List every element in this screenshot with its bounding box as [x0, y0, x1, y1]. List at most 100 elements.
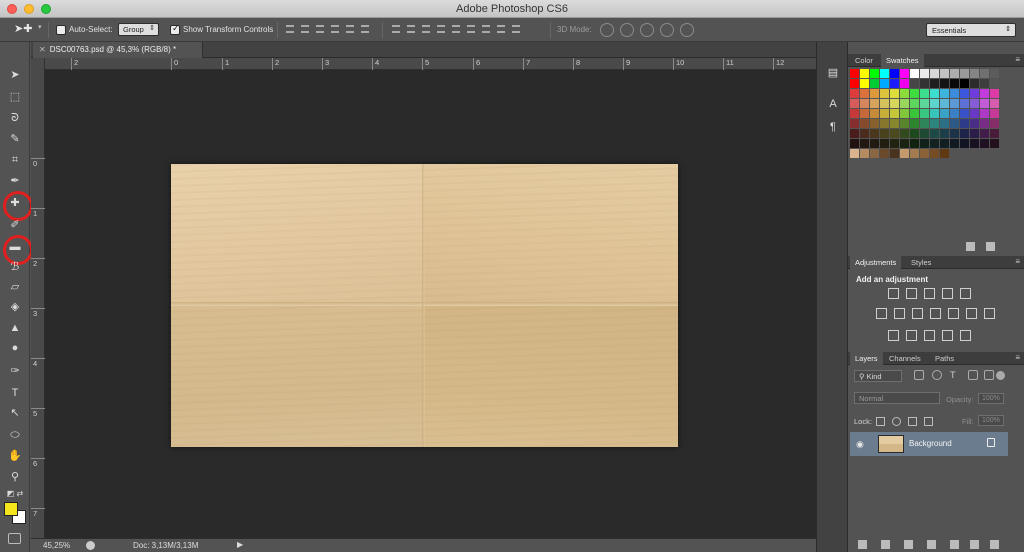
foreground-color-swatch[interactable]	[4, 502, 18, 516]
color-swatch[interactable]	[890, 69, 899, 78]
color-swatch[interactable]	[920, 109, 929, 118]
color-swatch[interactable]	[970, 129, 979, 138]
color-swatch[interactable]	[940, 69, 949, 78]
eye-icon[interactable]: ◉	[856, 439, 864, 450]
color-swatch[interactable]	[990, 129, 999, 138]
color-swatch[interactable]	[860, 89, 869, 98]
filter-smart-object-icon[interactable]	[984, 370, 994, 380]
color-swatch[interactable]	[940, 149, 949, 158]
color-swatch[interactable]	[950, 69, 959, 78]
delete-layer-icon[interactable]	[990, 540, 999, 549]
lasso-tool-icon[interactable]: ᘐ	[5, 109, 25, 127]
color-swatch[interactable]	[860, 109, 869, 118]
color-swatch[interactable]	[900, 119, 909, 128]
new-group-icon[interactable]	[950, 540, 959, 549]
show-transform-checkbox[interactable]	[170, 23, 180, 35]
color-swatch[interactable]	[970, 79, 979, 88]
3d-rotate-icon[interactable]	[600, 23, 614, 37]
tab-adjustments[interactable]: Adjustments	[850, 256, 902, 269]
color-swatch[interactable]	[870, 79, 879, 88]
color-swatch[interactable]	[960, 129, 969, 138]
brush-tool-icon[interactable]: ✐	[5, 216, 25, 234]
tab-styles[interactable]: Styles	[906, 256, 936, 269]
color-swatch[interactable]	[880, 119, 889, 128]
color-swatch[interactable]	[860, 69, 869, 78]
color-swatch[interactable]	[930, 69, 939, 78]
color-swatch[interactable]	[850, 149, 859, 158]
color-swatch[interactable]	[870, 89, 879, 98]
auto-select-checkbox[interactable]	[56, 25, 66, 35]
color-swatch[interactable]	[900, 139, 909, 148]
auto-select-dropdown[interactable]: Group ⇕	[118, 23, 159, 36]
posterize-icon[interactable]	[906, 330, 917, 341]
eyedropper-tool-icon[interactable]: ✒	[5, 172, 25, 190]
new-layer-icon[interactable]	[970, 540, 979, 549]
color-swatch[interactable]	[870, 69, 879, 78]
3d-roll-icon[interactable]	[620, 23, 634, 37]
brightness-contrast-icon[interactable]	[888, 288, 899, 299]
filter-shape-icon[interactable]	[968, 370, 978, 380]
new-swatch-icon[interactable]	[966, 242, 975, 251]
pen-tool-icon[interactable]: ✑	[5, 362, 25, 380]
canvas-area[interactable]	[45, 70, 816, 538]
distribute-right-icon[interactable]	[465, 22, 477, 36]
panel-menu-icon[interactable]: ≡	[1015, 257, 1020, 266]
distribute-left-icon[interactable]	[435, 22, 447, 36]
color-swatch[interactable]	[920, 139, 929, 148]
color-swatch[interactable]	[890, 109, 899, 118]
align-bottom-icon[interactable]	[314, 22, 326, 36]
selective-color-icon[interactable]	[942, 330, 953, 341]
layer-filter-dropdown[interactable]: ⚲ Kind	[854, 370, 902, 382]
color-swatch[interactable]	[910, 149, 919, 158]
add-mask-icon[interactable]	[904, 540, 913, 549]
color-swatch[interactable]	[850, 69, 859, 78]
color-swatch[interactable]	[920, 69, 929, 78]
default-colors-icon[interactable]: ◩ ⇄	[5, 485, 25, 503]
color-swatch[interactable]	[980, 139, 989, 148]
color-swatch[interactable]	[950, 79, 959, 88]
vibrance-icon[interactable]	[876, 308, 887, 319]
color-swatch[interactable]	[850, 79, 859, 88]
new-adjustment-layer-icon[interactable]	[927, 540, 936, 549]
color-swatch[interactable]	[930, 89, 939, 98]
workspace-dropdown[interactable]: Essentials ⇕	[926, 23, 1016, 37]
quick-mask-icon[interactable]	[8, 533, 21, 544]
marquee-tool-icon[interactable]: ⬚	[5, 88, 25, 106]
paragraph-panel-icon[interactable]: ¶	[826, 120, 840, 134]
paint-bucket-tool-icon[interactable]: ◈	[5, 298, 25, 316]
panel-menu-icon[interactable]: ≡	[1015, 353, 1020, 362]
tab-swatches[interactable]: Swatches	[881, 54, 924, 67]
color-swatch[interactable]	[990, 69, 999, 78]
color-swatch[interactable]	[990, 99, 999, 108]
color-swatch[interactable]	[990, 139, 999, 148]
blend-mode-dropdown[interactable]: Normal	[854, 392, 940, 404]
color-swatch[interactable]	[910, 69, 919, 78]
color-swatch[interactable]	[900, 149, 909, 158]
color-swatch[interactable]	[950, 99, 959, 108]
black-white-icon[interactable]	[930, 308, 941, 319]
invert-icon[interactable]	[888, 330, 899, 341]
color-swatch[interactable]	[950, 109, 959, 118]
color-swatch[interactable]	[930, 79, 939, 88]
color-swatch[interactable]	[910, 79, 919, 88]
path-selection-tool-icon[interactable]: ↖	[5, 404, 25, 422]
color-swatch[interactable]	[920, 79, 929, 88]
panel-menu-icon[interactable]: ≡	[1015, 55, 1020, 64]
crop-tool-icon[interactable]: ⌗	[5, 151, 25, 169]
dodge-tool-icon[interactable]: ●	[5, 339, 25, 357]
color-swatch[interactable]	[910, 89, 919, 98]
opacity-value[interactable]: 100%	[978, 393, 1004, 404]
layer-row[interactable]: ◉ Background	[850, 432, 1008, 456]
exposure-icon[interactable]	[942, 288, 953, 299]
status-menu-arrow-icon[interactable]: ▶	[237, 540, 243, 549]
color-swatch[interactable]	[930, 119, 939, 128]
color-swatch[interactable]	[970, 109, 979, 118]
gradient-map-icon[interactable]	[960, 330, 971, 341]
align-top-icon[interactable]	[284, 22, 296, 36]
color-swatch[interactable]	[900, 89, 909, 98]
color-swatch[interactable]	[860, 129, 869, 138]
color-swatch[interactable]	[940, 139, 949, 148]
3d-slide-icon[interactable]	[660, 23, 674, 37]
move-tool-icon[interactable]: ➤	[5, 66, 25, 84]
color-swatch[interactable]	[920, 89, 929, 98]
